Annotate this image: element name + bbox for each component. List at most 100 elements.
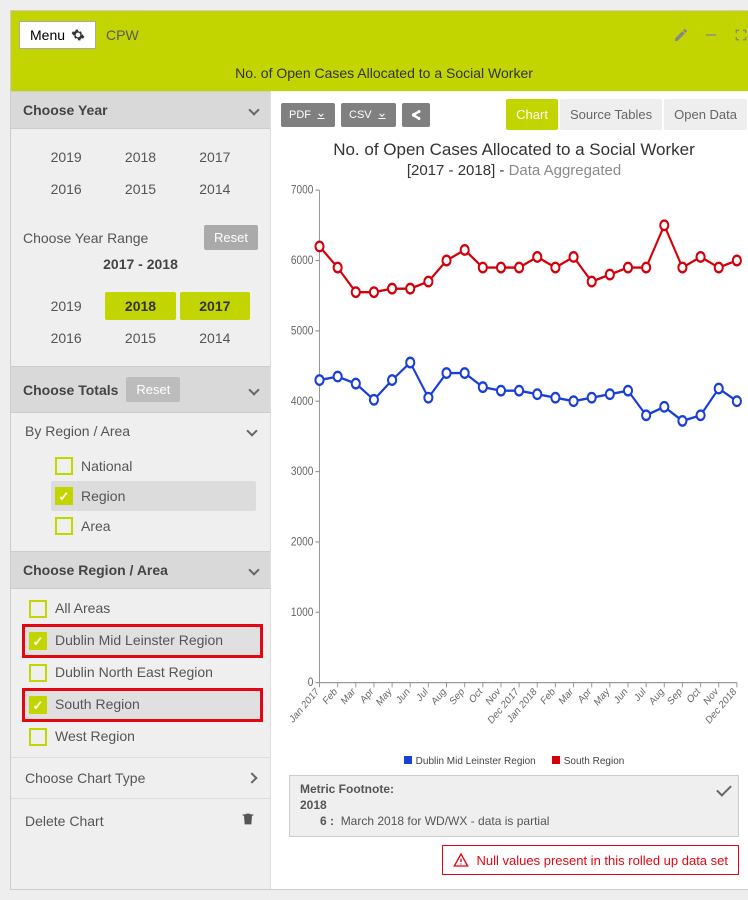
svg-text:3000: 3000 [291,465,314,478]
region-item[interactable]: South Region [23,689,262,721]
svg-text:4000: 4000 [291,395,314,408]
subtitle-bar: No. of Open Cases Allocated to a Social … [11,59,748,91]
tab-source-tables[interactable]: Source Tables [560,99,662,130]
region-item[interactable]: Dublin Mid Leinster Region [23,625,262,657]
svg-text:2000: 2000 [291,536,314,549]
menu-button[interactable]: Menu [19,21,96,49]
chevron-down-icon [246,425,257,436]
menu-label: Menu [30,27,65,43]
totals-option-label: Region [81,488,125,504]
chart-subtitle: [2017 - 2018] - Data Aggregated [281,162,747,179]
by-region-area-row[interactable]: By Region / Area [11,413,270,449]
footnote-box[interactable]: Metric Footnote: 2018 6 : March 2018 for… [289,775,739,837]
region-item-label: South Region [55,696,140,712]
tab-chart[interactable]: Chart [506,99,558,130]
svg-text:Sep: Sep [448,686,467,708]
footnote-year: 2018 [300,798,728,812]
pencil-icon[interactable] [673,27,689,43]
svg-text:Oct: Oct [685,686,702,706]
region-item[interactable]: Dublin North East Region [23,657,262,689]
year-option[interactable]: 2015 [105,175,175,203]
svg-text:Jul: Jul [415,686,430,704]
region-item[interactable]: West Region [23,721,262,753]
svg-text:5000: 5000 [291,325,314,338]
year-range-grid: 201920182017 201620152014 [11,278,270,366]
chevron-down-icon [248,564,259,575]
totals-option[interactable]: Area [51,511,256,541]
pdf-button[interactable]: PDF [281,103,335,127]
year-option[interactable]: 2014 [180,175,250,203]
choose-region-head[interactable]: Choose Region / Area [11,551,270,589]
region-item-label: All Areas [55,600,110,616]
titlebar-actions [673,27,748,43]
region-item-label: West Region [55,728,135,744]
delete-chart-label: Delete Chart [25,813,104,829]
year-range-option[interactable]: 2014 [180,324,250,352]
totals-option-label: National [81,458,132,474]
legend-swatch-blue [404,756,412,764]
year-grid: 201920182017 201620152014 [11,129,270,217]
main-panel: PDF CSV Chart Source Tables Open Data No… [271,91,748,889]
choose-totals-head[interactable]: Choose Totals Reset [11,366,270,413]
fullscreen-icon[interactable] [733,27,748,43]
chevron-down-icon [716,781,732,797]
tab-open-data[interactable]: Open Data [664,99,747,130]
svg-text:Jun: Jun [612,686,630,707]
warning-text: Null values present in this rolled up da… [477,853,728,868]
legend-item-1: Dublin Mid Leinster Region [404,756,536,767]
year-range-option[interactable]: 2015 [105,324,175,352]
year-range-title: Choose Year Range [23,230,148,246]
svg-text:Jan 2017: Jan 2017 [288,686,322,726]
share-button[interactable] [402,103,430,127]
chart-legend: Dublin Mid Leinster Region South Region [281,754,747,771]
year-option[interactable]: 2016 [31,175,101,203]
totals-option[interactable]: Region [51,481,256,511]
checkbox-icon [29,664,47,682]
legend-item-2: South Region [552,756,625,767]
region-item-label: Dublin Mid Leinster Region [55,632,223,648]
reset-range-button[interactable]: Reset [204,225,258,250]
svg-text:Jun: Jun [395,686,413,707]
app-name: CPW [106,27,139,43]
reset-totals-button[interactable]: Reset [126,377,180,402]
choose-region-title: Choose Region / Area [23,562,168,578]
csv-button[interactable]: CSV [341,103,396,127]
checkbox-icon [29,728,47,746]
trash-icon [240,811,256,830]
year-range-head: Choose Year Range Reset [11,217,270,254]
checkbox-icon [55,487,73,505]
year-range-option[interactable]: 2016 [31,324,101,352]
year-option[interactable]: 2017 [180,143,250,171]
totals-option[interactable]: National [51,451,256,481]
choose-chart-type-row[interactable]: Choose Chart Type [11,757,270,798]
year-range-label: 2017 - 2018 [11,254,270,278]
svg-text:Mar: Mar [557,686,576,708]
svg-text:1000: 1000 [291,606,314,619]
year-range-option[interactable]: 2018 [105,292,175,320]
delete-chart-row[interactable]: Delete Chart [11,798,270,842]
by-region-area-label: By Region / Area [25,423,130,439]
share-icon [410,109,422,121]
svg-text:May: May [375,686,394,709]
year-option[interactable]: 2019 [31,143,101,171]
sidebar: Choose Year 201920182017201620152014 Cho… [11,91,271,889]
region-item-label: Dublin North East Region [55,664,213,680]
chart-title: No. of Open Cases Allocated to a Social … [281,140,747,160]
titlebar: Menu CPW [11,11,748,59]
tab-group: Chart Source Tables Open Data [506,99,747,130]
choose-year-head[interactable]: Choose Year [11,91,270,129]
minimize-icon[interactable] [703,27,719,43]
svg-text:Aug: Aug [648,686,667,708]
year-range-option[interactable]: 2017 [180,292,250,320]
svg-text:Jul: Jul [633,686,648,704]
year-option[interactable]: 2018 [105,143,175,171]
line-chart: 01000200030004000500060007000Jan 2017Feb… [281,183,747,754]
warning-box: Null values present in this rolled up da… [442,845,739,875]
year-range-option[interactable]: 2019 [31,292,101,320]
svg-text:6000: 6000 [291,254,314,267]
choose-year-title: Choose Year [23,102,108,118]
footnote-line: 6 : March 2018 for WD/WX - data is parti… [300,814,728,828]
svg-text:Aug: Aug [430,686,449,708]
chevron-down-icon [248,384,259,395]
region-item[interactable]: All Areas [23,593,262,625]
